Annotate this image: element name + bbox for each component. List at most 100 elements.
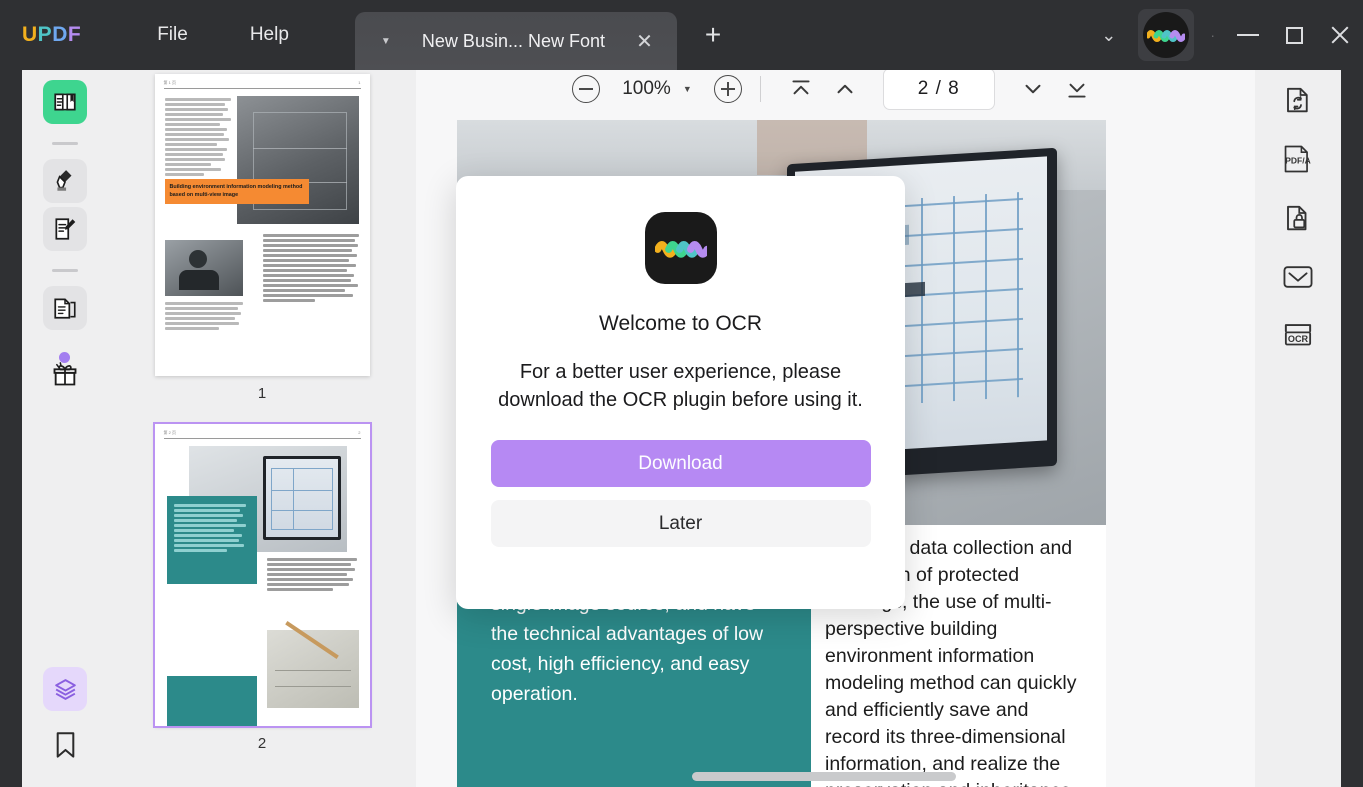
ocr-welcome-dialog: Welcome to OCR For a better user experie… (456, 176, 905, 609)
modal-title: Welcome to OCR (599, 312, 762, 335)
thumbnail-item-2[interactable]: 第 2 页 2 2 (108, 422, 416, 774)
thumb2-header-right: 2 (358, 430, 361, 435)
thumb1-photo-2 (164, 240, 243, 296)
thumb2-header: 第 2 页 2 (155, 424, 370, 438)
next-page-icon (1025, 84, 1041, 94)
window-controls: ⌄ · (1085, 0, 1363, 70)
thumb1-body-right (262, 234, 359, 302)
zoom-level-value[interactable]: 100% (622, 78, 671, 100)
lock-document-icon (1287, 205, 1307, 231)
thumbnail-item-1[interactable]: 第 1 页 1 Building environment information… (108, 74, 416, 424)
thumb1-rule (163, 88, 361, 89)
page-thumbnail-panel[interactable]: 第 1 页 1 Building environment information… (108, 58, 416, 787)
rail-divider-1 (52, 142, 78, 145)
envelope-icon (1283, 266, 1313, 288)
thumbnail-page-1[interactable]: 第 1 页 1 Building environment information… (154, 74, 370, 376)
updf-wave-avatar-icon (1147, 30, 1186, 42)
thumb2-text-right (266, 558, 359, 591)
horizontal-scrollbar[interactable] (692, 772, 956, 781)
avatar (1143, 12, 1190, 58)
titlebar-chevron-down-icon[interactable]: ⌄ (1085, 25, 1132, 46)
thumb1-text-col (164, 98, 231, 176)
convert-document-icon (1287, 87, 1308, 113)
book-reader-icon (54, 93, 76, 111)
later-button[interactable]: Later (490, 500, 871, 547)
tab-title: New Busin... New Font (421, 30, 605, 51)
edit-document-pen-icon (55, 218, 76, 240)
menu-file[interactable]: File (147, 15, 198, 55)
thumb2-header-left: 第 2 页 (163, 430, 176, 435)
title-bar: UPDF File Help ▼ New Busin... New Font ✕… (0, 0, 1363, 70)
logo-letter-f: F (67, 23, 82, 46)
close-icon (1329, 24, 1351, 46)
sidebar-organize-tool[interactable] (43, 286, 87, 330)
highlighter-marker-icon (56, 170, 72, 191)
tab-chevron-down-icon[interactable]: ▼ (381, 36, 391, 47)
sidebar-edit-tool[interactable] (43, 207, 87, 251)
document-tab[interactable]: ▼ New Busin... New Font ✕ (354, 12, 677, 70)
right-tool-rail: PDF/A OCR (1255, 58, 1341, 787)
last-page-icon (1068, 83, 1086, 98)
menu-help[interactable]: Help (240, 15, 299, 55)
new-tab-button[interactable]: + (705, 19, 721, 51)
left-tool-rail (22, 58, 108, 787)
protect-pdf-tool[interactable] (1274, 194, 1322, 242)
close-button[interactable] (1317, 0, 1363, 70)
first-page-button[interactable] (779, 69, 823, 109)
thumb1-header: 第 1 页 1 (155, 74, 370, 88)
thumb1-photo (236, 96, 359, 224)
zoom-out-icon (572, 75, 601, 103)
logo-letter-u: U (22, 23, 38, 46)
logo-letter-d: D (52, 23, 68, 46)
previous-page-button[interactable] (823, 69, 867, 109)
page-number-input[interactable]: 2 / 8 (882, 68, 995, 110)
thumbnail-page-2[interactable]: 第 2 页 2 (152, 422, 372, 728)
left-rail-bottom-group (43, 667, 87, 765)
logo-letter-p: P (37, 23, 53, 46)
zoom-in-icon (713, 75, 742, 103)
thumb2-photo-2 (266, 621, 359, 708)
thumb2-teal-block-2 (166, 676, 257, 726)
modal-description: For a better user experience, please dow… (498, 361, 863, 411)
pdfa-icon: PDF/A (1284, 145, 1311, 173)
maximize-button[interactable] (1271, 0, 1317, 70)
zoom-chevron-down-icon[interactable]: ▼ (683, 84, 692, 94)
toolbar-divider (759, 76, 761, 102)
thumb1-header-left: 第 1 页 (163, 80, 176, 85)
svg-text:PDF/A: PDF/A (1285, 156, 1311, 166)
zoom-out-button[interactable] (572, 75, 601, 103)
pdfa-tool[interactable]: PDF/A (1274, 135, 1322, 183)
svg-text:OCR: OCR (1288, 334, 1309, 344)
sidebar-comment-tool[interactable] (43, 159, 87, 203)
first-page-icon (792, 80, 810, 95)
organize-pages-icon (54, 298, 76, 319)
updf-ocr-wave-icon (654, 241, 707, 258)
thumb1-header-right: 1 (358, 80, 361, 85)
ocr-icon: OCR (1284, 324, 1312, 346)
download-button[interactable]: Download (490, 440, 871, 487)
thumb1-title-banner: Building environment information modelin… (164, 179, 309, 205)
zoom-in-button[interactable] (713, 75, 742, 103)
email-pdf-tool[interactable] (1274, 253, 1322, 301)
updf-application-window: UPDF File Help ▼ New Busin... New Font ✕… (0, 0, 1363, 787)
minimize-button[interactable] (1225, 0, 1271, 70)
updf-logo: UPDF (22, 23, 81, 47)
rail-divider-2 (52, 269, 78, 272)
last-page-button[interactable] (1055, 69, 1099, 109)
maximize-icon (1285, 26, 1303, 44)
gift-notification-badge (59, 352, 70, 363)
previous-page-icon (837, 84, 853, 94)
thumbnail-label-2: 2 (257, 735, 267, 752)
sidebar-reader-tool[interactable] (43, 80, 87, 124)
sidebar-thumbnails-panel[interactable] (43, 667, 87, 711)
sidebar-gift-tool[interactable] (43, 352, 87, 396)
next-page-button[interactable] (1011, 69, 1055, 109)
titlebar-separator-dot: · (1210, 27, 1215, 43)
thumbnail-label-1: 1 (257, 385, 267, 402)
convert-pdf-tool[interactable] (1274, 76, 1322, 124)
sidebar-bookmarks-panel[interactable] (54, 731, 77, 765)
account-avatar-button[interactable] (1138, 9, 1195, 61)
ocr-tool[interactable]: OCR (1274, 312, 1322, 360)
thumb2-rule (163, 438, 361, 439)
tab-close-icon[interactable]: ✕ (636, 29, 653, 54)
